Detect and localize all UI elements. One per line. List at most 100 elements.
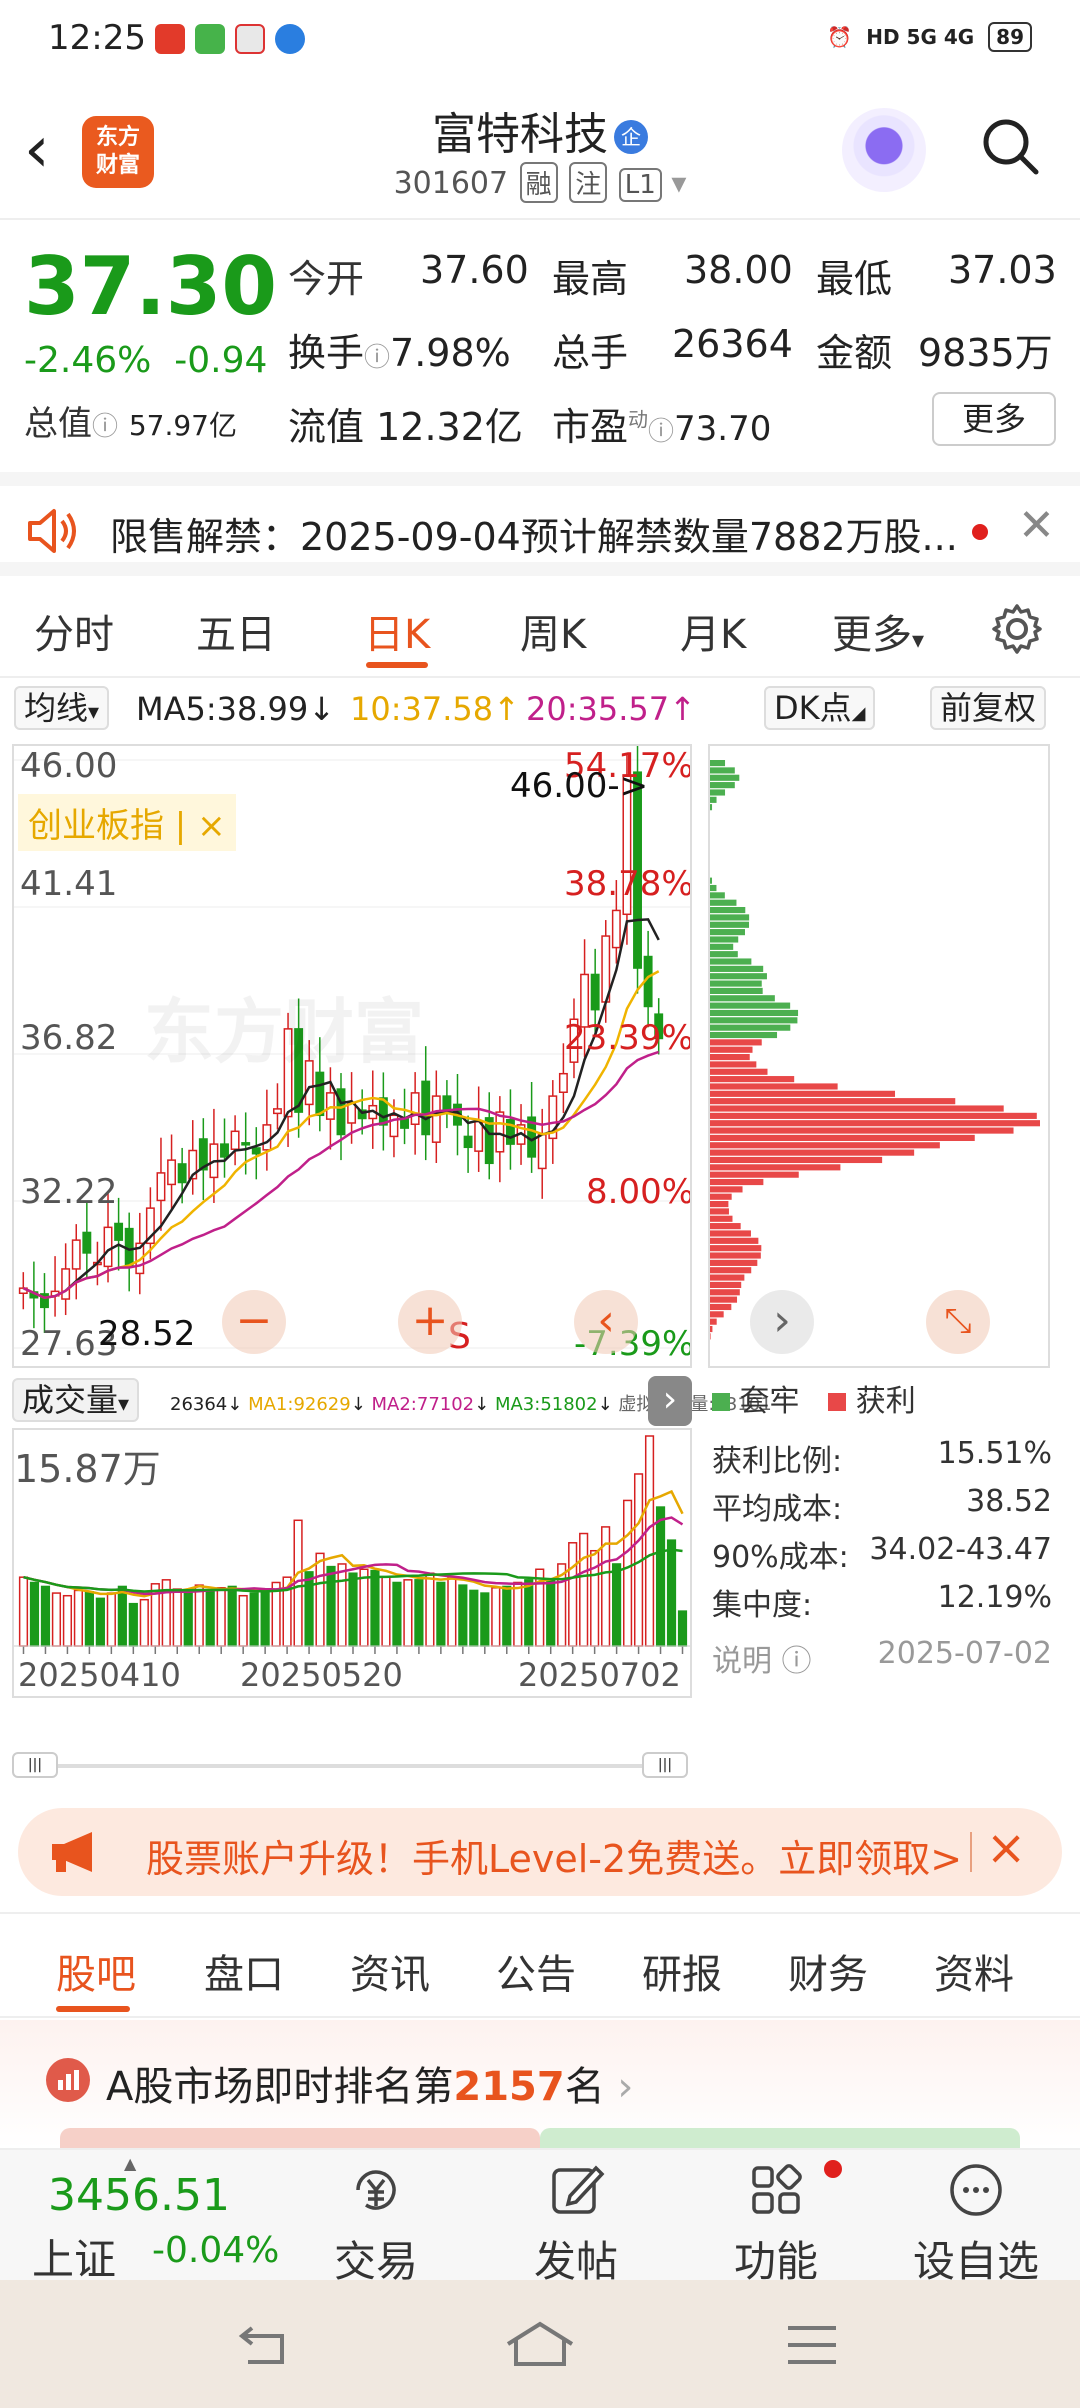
low-label: 最低 bbox=[816, 257, 893, 301]
dk-point-button[interactable]: DK点◢ bbox=[764, 686, 876, 730]
index-name[interactable]: 上证 bbox=[32, 2226, 116, 2287]
volume-bar bbox=[249, 1592, 259, 1647]
chip-bar bbox=[710, 973, 767, 980]
scroller-track bbox=[42, 1764, 662, 1768]
adjust-button[interactable]: 前复权 bbox=[930, 686, 1047, 730]
candle-body bbox=[611, 909, 621, 949]
level2-promo-banner[interactable]: 股票账户升级！手机Level-2免费送。立即领取> × bbox=[18, 1808, 1062, 1896]
tab-five-day[interactable]: 五日 bbox=[196, 602, 276, 660]
system-menu-icon[interactable] bbox=[784, 2320, 840, 2370]
tab-intraday[interactable]: 分时 bbox=[34, 602, 114, 660]
gear-icon[interactable] bbox=[990, 602, 1044, 656]
ma-type-dropdown[interactable]: 均线▾ bbox=[14, 686, 110, 730]
chip-distribution-chart[interactable]: › ⤡ bbox=[708, 744, 1050, 1368]
chip-bar bbox=[710, 782, 735, 789]
tab-more[interactable]: 更多▾ bbox=[832, 602, 924, 660]
scroller-left-handle[interactable]: ||| bbox=[12, 1752, 58, 1778]
system-back-icon[interactable] bbox=[236, 2320, 296, 2370]
tab-profile[interactable]: 资料 bbox=[934, 1942, 1014, 2000]
volume-value: 26364 bbox=[672, 322, 793, 366]
tab-monthly-k[interactable]: 月K bbox=[680, 602, 746, 660]
zoom-out-button[interactable]: − bbox=[222, 1290, 286, 1354]
nav-post[interactable]: 发帖 bbox=[506, 2160, 646, 2289]
nav-functions[interactable]: 功能 bbox=[706, 2160, 846, 2289]
pct-axis-label: 23.39% bbox=[564, 1018, 692, 1058]
tab-finance[interactable]: 财务 bbox=[788, 1942, 868, 2000]
nav-add-watchlist[interactable]: 设自选 bbox=[906, 2160, 1046, 2289]
index-overlay-tag[interactable]: 创业板指 | × bbox=[18, 794, 236, 851]
expand-icon[interactable]: ⤡ bbox=[926, 1290, 990, 1354]
close-icon[interactable]: ✕ bbox=[1018, 500, 1055, 551]
tab-weekly-k[interactable]: 周K bbox=[520, 602, 586, 660]
note-row[interactable]: 说明 ⓘ 2025-07-02 bbox=[712, 1636, 1052, 1680]
volume-bar bbox=[414, 1579, 424, 1647]
chip-bar bbox=[710, 921, 750, 928]
chip-bar bbox=[710, 1303, 732, 1311]
chip-bar bbox=[710, 892, 725, 899]
change-pct: -2.46% bbox=[24, 340, 152, 381]
candle-body bbox=[558, 1072, 568, 1094]
chip-distribution-svg bbox=[710, 760, 1040, 1340]
expand-right-icon[interactable]: › bbox=[648, 1376, 692, 1426]
promo-text: 股票账户升级！手机Level-2免费送。立即领取> bbox=[146, 1837, 963, 1881]
ma20-text: 20:35.57 bbox=[526, 690, 670, 728]
volume-bar bbox=[348, 1572, 358, 1647]
scroll-right-button[interactable]: › bbox=[750, 1290, 814, 1354]
range-scroller[interactable]: ||| ||| bbox=[12, 1750, 690, 1780]
enterprise-badge: 企 bbox=[614, 120, 648, 154]
assistant-avatar[interactable] bbox=[842, 108, 926, 192]
tab-daily-k[interactable]: 日K bbox=[364, 602, 430, 660]
ma5-text: MA5:38.99 bbox=[136, 690, 309, 728]
volume-bar bbox=[260, 1589, 270, 1647]
system-home-icon[interactable] bbox=[504, 2320, 576, 2370]
ma20-value: 20:35.57↑ bbox=[526, 690, 696, 728]
tab-pankou[interactable]: 盘口 bbox=[204, 1942, 284, 2000]
note-label: 说明 bbox=[712, 1644, 772, 1679]
volume-bar bbox=[469, 1589, 479, 1647]
chip-bar bbox=[710, 1134, 975, 1141]
volume-bar bbox=[183, 1592, 193, 1647]
chip-bar bbox=[710, 1193, 732, 1200]
volume-chart[interactable]: 15.87万 20250410 20250520 20250702 bbox=[12, 1428, 692, 1698]
zoom-in-button[interactable]: + bbox=[398, 1290, 462, 1354]
chip-bar bbox=[710, 804, 713, 811]
tab-news[interactable]: 资讯 bbox=[350, 1942, 430, 2000]
volume-label: 总手 bbox=[552, 331, 629, 375]
volume-type-dropdown[interactable]: 成交量▾ bbox=[12, 1378, 140, 1422]
scroll-left-button[interactable]: ‹ bbox=[574, 1290, 638, 1354]
market-rank-card[interactable]: A股市场即时排名第2157名 › bbox=[0, 2020, 1080, 2148]
info-icon[interactable]: ⓘ bbox=[364, 343, 390, 373]
turnover-value: 7.98% bbox=[390, 331, 511, 375]
nav-trade[interactable]: 交易 bbox=[306, 2160, 446, 2289]
kline-chart[interactable]: 东方财富 46.00 41.41 36.82 32.22 27.63 54.17… bbox=[12, 744, 692, 1368]
dropdown-icon: ▾ bbox=[118, 1392, 130, 1417]
info-icon[interactable]: ⓘ bbox=[92, 412, 118, 442]
close-icon[interactable]: × bbox=[197, 806, 226, 846]
chip-bar bbox=[710, 1259, 758, 1266]
scroller-right-handle[interactable]: ||| bbox=[642, 1752, 688, 1778]
tab-guba[interactable]: 股吧 bbox=[56, 1942, 136, 2000]
volume-bar bbox=[51, 1592, 62, 1647]
info-icon[interactable]: ⓘ bbox=[648, 417, 674, 447]
market-cap: 总值ⓘ 57.97亿 bbox=[24, 396, 237, 445]
dropdown-icon: ▾ bbox=[88, 700, 100, 725]
close-icon[interactable]: × bbox=[986, 1820, 1026, 1876]
volume-bar bbox=[403, 1579, 413, 1647]
index-value[interactable]: 3456.51 bbox=[48, 2170, 230, 2221]
y-axis-label: 32.22 bbox=[20, 1172, 118, 1212]
tab-research[interactable]: 研报 bbox=[642, 1942, 722, 2000]
pe-label: 市盈 bbox=[552, 405, 629, 449]
more-button[interactable]: 更多 bbox=[932, 392, 1056, 446]
volume-bar bbox=[359, 1568, 369, 1647]
candle-body bbox=[103, 1226, 113, 1268]
volume-bar bbox=[139, 1598, 149, 1647]
search-icon[interactable] bbox=[980, 116, 1040, 176]
trade-icon bbox=[356, 2170, 396, 2210]
stock-name: 富特科技 bbox=[432, 109, 608, 160]
clock: 12:25 bbox=[48, 18, 146, 58]
divider bbox=[970, 1832, 972, 1872]
lockup-notice[interactable]: 限售解禁：2025-09-04预计解禁数量7882万股... ✕ bbox=[0, 472, 1080, 576]
pe-ratio: 市盈动ⓘ73.70 bbox=[552, 396, 771, 451]
chip-bar bbox=[710, 1054, 750, 1061]
tab-announcements[interactable]: 公告 bbox=[496, 1942, 576, 2000]
